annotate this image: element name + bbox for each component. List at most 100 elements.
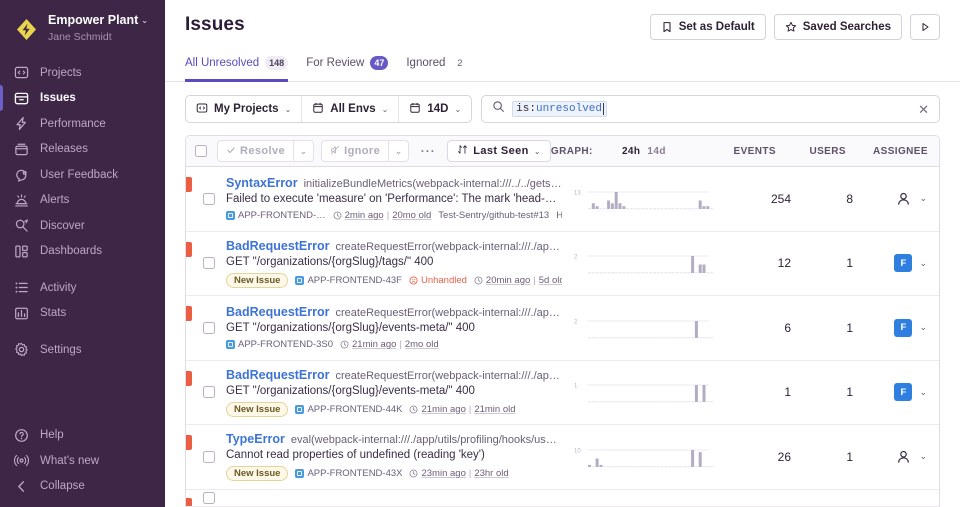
sidebar-item-projects[interactable]: Projects [0, 60, 165, 86]
issue-summary[interactable]: BadRequestError createRequestError(webpa… [226, 305, 574, 350]
project-icon [295, 404, 305, 414]
resolve-dropdown-button[interactable]: ⌄ [294, 141, 313, 161]
project-tag[interactable]: APP-FRONTEND-3S0 [226, 339, 333, 350]
table-row[interactable] [186, 489, 939, 507]
graph-period-24h[interactable]: 24h [622, 146, 640, 157]
issue-events-count[interactable]: 254 [729, 192, 791, 206]
tab-for-review[interactable]: For Review 47 [306, 56, 389, 82]
issue-events-count[interactable]: 1 [729, 385, 791, 399]
issue-events-count[interactable]: 12 [729, 256, 791, 270]
sidebar-item-performance[interactable]: Performance [0, 111, 165, 137]
feedback-icon [14, 167, 29, 182]
table-row[interactable]: BadRequestError createRequestError(webpa… [186, 296, 939, 361]
sidebar-item-stats[interactable]: Stats [0, 300, 165, 326]
chevron-down-icon[interactable]: ⌄ [919, 193, 927, 204]
resolve-button[interactable]: Resolve [218, 141, 294, 161]
sidebar-item-releases[interactable]: Releases [0, 136, 165, 162]
svg-text:10: 10 [574, 448, 581, 454]
unhandled-badge: Unhandled [409, 275, 467, 286]
sidebar-item-settings[interactable]: Settings [0, 337, 165, 363]
issue-users-count[interactable]: 8 [791, 192, 853, 206]
issue-summary[interactable]: TypeError eval(webpack-internal:///./app… [226, 432, 574, 482]
issue-error-type[interactable]: BadRequestError [226, 305, 330, 319]
project-filter[interactable]: My Projects ⌄ [186, 96, 303, 122]
chevron-down-icon[interactable]: ⌄ [919, 258, 927, 269]
avatar[interactable]: F [894, 318, 913, 337]
app-root: Empower Plant ⌄ Jane Schmidt Projects Is… [0, 0, 960, 507]
project-tag[interactable]: APP-FRONTEND-44K [295, 404, 402, 415]
chevron-down-icon[interactable]: ⌄ [919, 322, 927, 333]
avatar[interactable]: F [894, 383, 913, 402]
ignore-dropdown-button[interactable]: ⌄ [389, 141, 408, 161]
select-all-checkbox[interactable] [195, 145, 207, 157]
new-issue-badge: New Issue [226, 466, 289, 482]
sidebar-item-activity[interactable]: Activity [0, 275, 165, 301]
issue-error-type[interactable]: BadRequestError [226, 239, 330, 253]
issue-meta: New Issue APP-FRONTEND-43X 23min ago | 23hr … [226, 466, 562, 482]
saved-searches-button[interactable]: Saved Searches [773, 14, 902, 40]
svg-text:13: 13 [574, 190, 581, 196]
issue-users-count[interactable]: 1 [791, 256, 853, 270]
org-name: Empower Plant [48, 13, 139, 27]
org-switcher[interactable]: Empower Plant ⌄ Jane Schmidt [0, 9, 165, 60]
gear-icon [14, 342, 29, 357]
row-checkbox[interactable] [203, 192, 215, 205]
issue-summary[interactable]: BadRequestError createRequestError(webpa… [226, 368, 574, 417]
environment-filter[interactable]: All Envs ⌄ [302, 96, 400, 122]
tab-ignored[interactable]: Ignored 2 [406, 56, 468, 82]
row-checkbox[interactable] [203, 321, 215, 334]
tab-all-unresolved[interactable]: All Unresolved 148 [185, 56, 289, 82]
graph-period-14d[interactable]: 14d [647, 146, 665, 157]
sidebar-item-user-feedback[interactable]: User Feedback [0, 162, 165, 188]
more-actions-button[interactable]: ··· [416, 140, 440, 162]
search-query-token[interactable]: is: unresolved [512, 101, 607, 117]
sidebar-item-collapse[interactable]: Collapse [0, 474, 165, 500]
issue-summary[interactable]: BadRequestError createRequestError(webpa… [226, 239, 574, 288]
issue-error-type[interactable]: BadRequestError [226, 368, 330, 382]
issue-events-count[interactable]: 26 [729, 450, 791, 464]
issue-users-count[interactable]: 1 [791, 321, 853, 335]
issue-error-type[interactable]: TypeError [226, 432, 285, 446]
avatar-placeholder-icon[interactable] [894, 448, 912, 466]
sidebar-item-help[interactable]: Help [0, 423, 165, 449]
date-range-filter[interactable]: 14D ⌄ [399, 96, 471, 122]
search-input[interactable]: is: unresolved ✕ [481, 95, 940, 123]
table-row[interactable]: BadRequestError createRequestError(webpa… [186, 360, 939, 425]
sidebar-item-dashboards[interactable]: Dashboards [0, 238, 165, 264]
extra-tag[interactable]: HEY# [556, 210, 562, 221]
play-button[interactable] [910, 14, 940, 40]
row-checkbox[interactable] [203, 491, 215, 504]
sidebar-item-whats-new[interactable]: What's new [0, 448, 165, 474]
project-tag[interactable]: APP-FRONTEND-43F [295, 275, 402, 286]
issue-culprit: Cannot read properties of undefined (rea… [226, 449, 485, 462]
avatar[interactable]: F [894, 254, 913, 273]
issues-icon [14, 91, 29, 106]
row-checkbox[interactable] [203, 386, 215, 399]
issue-events-count[interactable]: 6 [729, 321, 791, 335]
project-tag[interactable]: APP-FRONTEND-43X [295, 468, 402, 479]
issue-users-count[interactable]: 1 [791, 385, 853, 399]
chevron-down-icon[interactable]: ⌄ [919, 387, 927, 398]
issue-summary[interactable]: SyntaxError initializeBundleMetrics(webp… [226, 176, 574, 221]
table-row[interactable]: TypeError eval(webpack-internal:///./app… [186, 425, 939, 490]
set-as-default-button[interactable]: Set as Default [649, 14, 766, 40]
avatar-placeholder-icon[interactable] [894, 190, 912, 208]
sidebar-item-issues[interactable]: Issues [0, 85, 165, 111]
tab-label: All Unresolved [185, 57, 260, 69]
issue-level-indicator [186, 177, 192, 192]
row-checkbox[interactable] [203, 450, 215, 463]
table-row[interactable]: SyntaxError initializeBundleMetrics(webp… [186, 167, 939, 232]
sort-button[interactable]: Last Seen ⌄ [447, 140, 551, 162]
project-tag[interactable]: APP-FRONTEND-… [226, 210, 326, 221]
chevron-down-icon[interactable]: ⌄ [919, 451, 927, 462]
issue-error-type[interactable]: SyntaxError [226, 176, 298, 190]
table-row[interactable]: BadRequestError createRequestError(webpa… [186, 231, 939, 296]
external-issue-link[interactable]: Test-Sentry/github-test#13 [438, 210, 549, 221]
sidebar-item-discover[interactable]: Discover [0, 213, 165, 239]
clear-search-button[interactable]: ✕ [912, 103, 929, 116]
ignore-button[interactable]: Ignore [322, 141, 390, 161]
issue-users-count[interactable]: 1 [791, 450, 853, 464]
sidebar-item-label: Help [40, 429, 64, 442]
row-checkbox[interactable] [203, 257, 215, 270]
sidebar-item-alerts[interactable]: Alerts [0, 187, 165, 213]
